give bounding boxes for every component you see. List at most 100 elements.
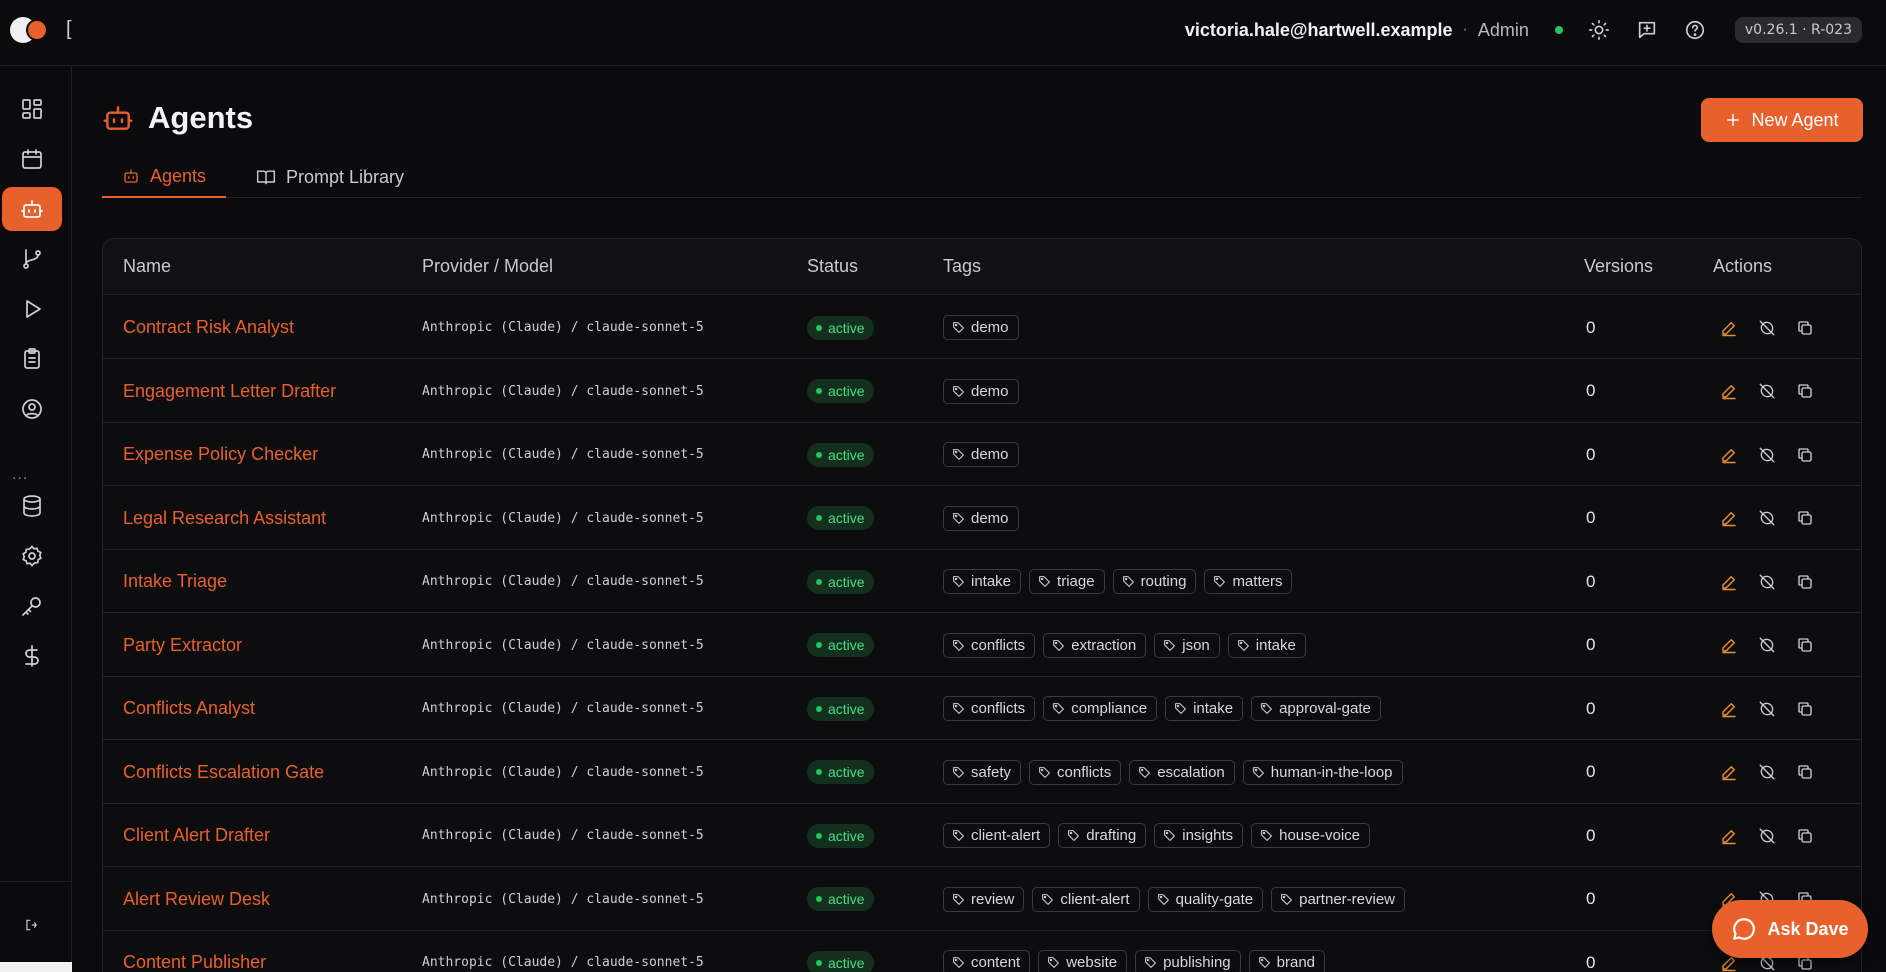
new-agent-button[interactable]: New Agent [1701, 98, 1863, 142]
copy-icon[interactable] [1796, 763, 1814, 781]
tag-chip[interactable]: intake [943, 569, 1022, 594]
tag-chip[interactable]: compliance [1043, 696, 1158, 721]
tag-chip[interactable]: client-alert [943, 823, 1051, 848]
tag-chip[interactable]: demo [943, 505, 1019, 531]
disable-icon[interactable] [1758, 700, 1776, 718]
tag-chip[interactable]: content [943, 950, 1031, 972]
table-row[interactable]: Engagement Letter Drafter Anthropic (Clau… [103, 360, 1861, 423]
tag-chip[interactable]: matters [1204, 569, 1293, 594]
table-row[interactable]: Expense Policy Checker Anthropic (Claude)… [103, 423, 1861, 486]
sidebar-item-agents[interactable] [2, 187, 62, 231]
tag-chip[interactable]: safety [943, 759, 1022, 785]
column-header-status[interactable]: Status [807, 256, 858, 277]
copy-icon[interactable] [1796, 509, 1814, 527]
column-header-tags[interactable]: Tags [943, 256, 981, 277]
ask-dave-button[interactable]: Ask Dave [1712, 900, 1868, 958]
tab-prompt-library[interactable]: Prompt Library [256, 156, 404, 198]
tag-chip[interactable]: demo [943, 315, 1019, 340]
tag-chip[interactable]: triage [1029, 569, 1105, 594]
agent-name-link[interactable]: Legal Research Assistant [123, 508, 326, 529]
sidebar-item-workflows[interactable] [2, 237, 62, 281]
tag-chip[interactable]: approval-gate [1251, 696, 1381, 721]
agent-name-link[interactable]: Content Publisher [123, 952, 266, 972]
tag-chip[interactable]: conflicts [943, 632, 1036, 658]
tag-chip[interactable]: conflicts [943, 696, 1036, 721]
tag-chip[interactable]: extraction [1043, 632, 1147, 658]
edit-icon[interactable] [1720, 319, 1738, 337]
sidebar-item-calendar[interactable] [2, 137, 62, 181]
agent-name-link[interactable]: Intake Triage [123, 571, 227, 592]
table-row[interactable]: Client Alert Drafter Anthropic (Claude) /… [103, 804, 1861, 867]
tag-chip[interactable]: review [943, 886, 1025, 912]
app-logo[interactable] [10, 17, 52, 43]
edit-icon[interactable] [1720, 636, 1738, 654]
agent-name-link[interactable]: Alert Review Desk [123, 889, 270, 910]
column-header-versions[interactable]: Versions [1584, 256, 1653, 277]
sun-icon[interactable] [1587, 18, 1611, 42]
edit-icon[interactable] [1720, 382, 1738, 400]
disable-icon[interactable] [1758, 827, 1776, 845]
tag-chip[interactable]: website [1038, 950, 1128, 972]
agent-name-link[interactable]: Expense Policy Checker [123, 444, 318, 465]
sidebar-item-data[interactable] [2, 484, 62, 528]
tab-agents[interactable]: Agents [102, 156, 227, 198]
disable-icon[interactable] [1758, 636, 1776, 654]
logout-icon[interactable] [24, 918, 38, 937]
disable-icon[interactable] [1758, 509, 1776, 527]
copy-icon[interactable] [1796, 636, 1814, 654]
tag-chip[interactable]: publishing [1135, 950, 1241, 972]
sidebar-item-profile[interactable] [2, 387, 62, 431]
table-row[interactable]: Contract Risk Analyst Anthropic (Claude) … [103, 296, 1861, 359]
sidebar-item-dashboard[interactable] [2, 87, 62, 131]
copy-icon[interactable] [1796, 382, 1814, 400]
tag-chip[interactable]: human-in-the-loop [1242, 759, 1403, 785]
edit-icon[interactable] [1720, 700, 1738, 718]
tag-chip[interactable]: insights [1154, 823, 1244, 848]
sidebar-more[interactable]: ... [12, 466, 28, 484]
tag-chip[interactable]: intake [1227, 632, 1306, 658]
disable-icon[interactable] [1758, 319, 1776, 337]
tag-chip[interactable]: json [1154, 632, 1220, 658]
disable-icon[interactable] [1758, 763, 1776, 781]
sidebar-item-tasks[interactable] [2, 337, 62, 381]
agent-name-link[interactable]: Contract Risk Analyst [123, 317, 294, 338]
table-row[interactable]: Content Publisher Anthropic (Claude) / cl… [103, 931, 1861, 972]
sidebar-item-billing[interactable] [2, 634, 62, 678]
edit-icon[interactable] [1720, 763, 1738, 781]
copy-icon[interactable] [1796, 827, 1814, 845]
disable-icon[interactable] [1758, 382, 1776, 400]
edit-icon[interactable] [1720, 573, 1738, 591]
tag-chip[interactable]: brand [1248, 950, 1326, 972]
tag-chip[interactable]: client-alert [1032, 886, 1140, 912]
tag-chip[interactable]: drafting [1058, 823, 1147, 848]
tag-chip[interactable]: demo [943, 378, 1019, 404]
agent-name-link[interactable]: Conflicts Escalation Gate [123, 762, 324, 783]
tag-chip[interactable]: partner-review [1271, 886, 1405, 912]
sidebar-item-keys[interactable] [2, 584, 62, 628]
agent-name-link[interactable]: Engagement Letter Drafter [123, 381, 336, 402]
tag-chip[interactable]: routing [1112, 569, 1197, 594]
feedback-icon[interactable] [1635, 18, 1659, 42]
copy-icon[interactable] [1796, 446, 1814, 464]
tag-chip[interactable]: quality-gate [1147, 886, 1264, 912]
agent-name-link[interactable]: Client Alert Drafter [123, 825, 270, 846]
table-row[interactable]: Alert Review Desk Anthropic (Claude) / cl… [103, 868, 1861, 931]
table-row[interactable]: Party Extractor Anthropic (Claude) / clau… [103, 614, 1861, 677]
sidebar-toggle-bracket[interactable]: [ [66, 18, 72, 41]
edit-icon[interactable] [1720, 827, 1738, 845]
column-header-name[interactable]: Name [123, 256, 171, 277]
edit-icon[interactable] [1720, 446, 1738, 464]
sidebar-item-settings[interactable] [2, 534, 62, 578]
tag-chip[interactable]: conflicts [1029, 759, 1122, 785]
table-row[interactable]: Conflicts Analyst Anthropic (Claude) / cl… [103, 677, 1861, 740]
disable-icon[interactable] [1758, 573, 1776, 591]
tag-chip[interactable]: demo [943, 442, 1019, 467]
edit-icon[interactable] [1720, 509, 1738, 527]
sidebar-item-runs[interactable] [2, 287, 62, 331]
copy-icon[interactable] [1796, 319, 1814, 337]
copy-icon[interactable] [1796, 573, 1814, 591]
table-row[interactable]: Conflicts Escalation Gate Anthropic (Clau… [103, 741, 1861, 804]
agent-name-link[interactable]: Conflicts Analyst [123, 698, 255, 719]
tag-chip[interactable]: escalation [1129, 759, 1235, 785]
copy-icon[interactable] [1796, 700, 1814, 718]
